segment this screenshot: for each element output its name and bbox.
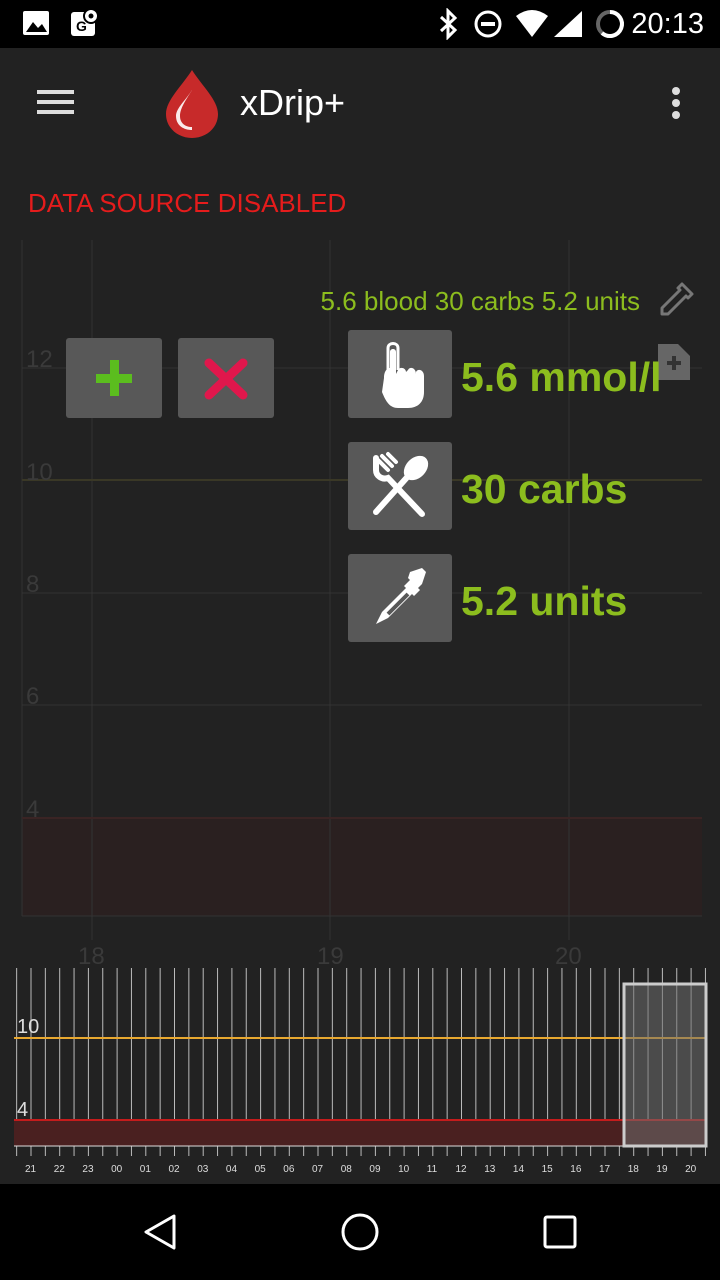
hour-tick-label: 18 — [627, 1164, 639, 1175]
preview-chart-svg — [14, 968, 708, 1156]
status-bar: G 20:13 — [0, 0, 720, 48]
viewport-selector — [622, 982, 708, 1148]
wifi-icon — [516, 10, 548, 37]
hour-tick-label: 12 — [455, 1164, 467, 1175]
carbs-value: 30 carbs — [461, 466, 628, 512]
navigation-bar — [0, 1184, 720, 1280]
hour-tick-label: 21 — [25, 1164, 37, 1175]
cell-signal-icon — [554, 11, 582, 37]
hour-tick-label: 02 — [168, 1164, 180, 1175]
hour-tick-label: 01 — [139, 1164, 151, 1175]
treatment-summary: 5.6 blood 30 carbs 5.2 units — [320, 286, 640, 316]
hour-tick-label: 23 — [82, 1164, 94, 1175]
y-tick-label: 4 — [17, 1099, 29, 1121]
home-icon[interactable] — [340, 1212, 380, 1252]
hour-tick-label: 20 — [685, 1164, 697, 1175]
x-tick-label: 19 — [317, 943, 344, 970]
preview-chart[interactable]: 10 4 21 22 23 00 01 02 03 04 05 06 07 08 09 10 11 12 13 1… — [0, 968, 720, 1184]
hour-tick-label: 22 — [53, 1164, 65, 1175]
clock: 20:13 — [631, 8, 704, 40]
app-toolbar: xDrip+ — [0, 48, 720, 160]
touch-icon — [382, 342, 424, 408]
x-tick-label: 20 — [555, 943, 582, 970]
hour-tick-label: 04 — [225, 1164, 238, 1175]
xdrip-logo-icon — [166, 70, 218, 138]
app-title: xDrip+ — [240, 82, 346, 123]
bluetooth-icon — [439, 8, 458, 40]
blood-entry-button[interactable] — [348, 330, 452, 418]
hour-tick-label: 06 — [283, 1164, 295, 1175]
y-tick-label: 10 — [26, 459, 53, 486]
maps-icon: G — [71, 8, 99, 36]
insulin-entry-button[interactable] — [348, 554, 452, 642]
svg-text:G: G — [76, 18, 87, 34]
low-range-band — [22, 818, 702, 916]
hour-tick-label: 08 — [340, 1164, 352, 1175]
add-treatment-button[interactable] — [66, 338, 162, 418]
close-icon — [204, 358, 248, 400]
hour-tick-label: 05 — [254, 1164, 266, 1175]
hour-tick-label: 00 — [111, 1164, 123, 1175]
y-tick-label: 12 — [26, 346, 53, 373]
hour-tick-label: 16 — [570, 1164, 582, 1175]
fork-spoon-icon — [373, 452, 429, 517]
syringe-icon — [376, 568, 426, 624]
x-tick-label: 18 — [78, 943, 105, 970]
battery-icon — [596, 10, 624, 38]
hour-tick-label: 19 — [656, 1164, 668, 1175]
hour-tick-label: 14 — [512, 1164, 525, 1175]
plus-icon — [96, 360, 132, 396]
menu-icon[interactable] — [36, 86, 76, 118]
hour-tick-label: 03 — [197, 1164, 209, 1175]
data-source-error: DATA SOURCE DISABLED — [28, 188, 347, 218]
do-not-disturb-icon — [474, 10, 502, 38]
carbs-entry-button[interactable] — [348, 442, 452, 530]
hour-tick-label: 13 — [484, 1164, 496, 1175]
y-tick-label: 4 — [26, 796, 40, 823]
back-icon[interactable] — [140, 1212, 180, 1252]
overflow-menu-icon[interactable] — [668, 86, 684, 122]
y-tick-label: 6 — [26, 683, 40, 710]
syringe-icon[interactable] — [656, 280, 696, 320]
hour-tick-label: 11 — [426, 1164, 438, 1175]
hour-tick-label: 10 — [398, 1164, 410, 1175]
y-tick-label: 10 — [17, 1016, 40, 1038]
hour-tick-label: 17 — [599, 1164, 611, 1175]
hour-tick-label: 09 — [369, 1164, 381, 1175]
hour-tick-label: 07 — [312, 1164, 324, 1175]
recents-icon[interactable] — [542, 1214, 578, 1250]
cancel-treatment-button[interactable] — [178, 338, 274, 418]
insulin-value: 5.2 units — [461, 578, 628, 624]
gallery-icon — [23, 11, 49, 35]
blood-value: 5.6 mmol/l — [461, 354, 662, 400]
y-tick-label: 8 — [26, 571, 40, 598]
hour-tick-label: 15 — [541, 1164, 553, 1175]
